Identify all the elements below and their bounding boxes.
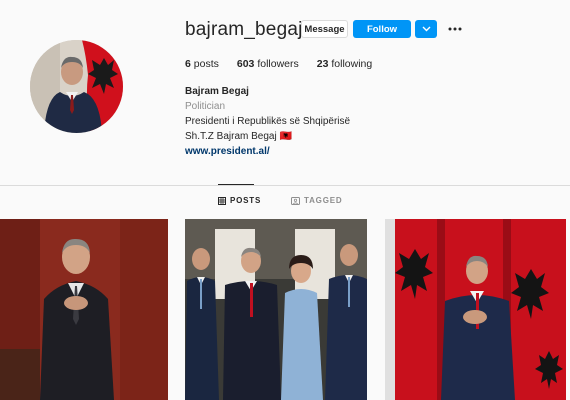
tab-tagged[interactable]: TAGGED	[291, 196, 342, 205]
post-thumbnail[interactable]	[185, 219, 367, 400]
post-thumbnail[interactable]	[385, 219, 566, 400]
ellipsis-icon	[448, 27, 462, 31]
tab-posts-label: POSTS	[230, 196, 262, 205]
posts-count: 6	[185, 58, 191, 70]
tab-posts[interactable]: POSTS	[218, 196, 261, 205]
tagged-user-icon	[291, 196, 300, 205]
tab-tagged-label: TAGGED	[304, 196, 343, 205]
profile-avatar[interactable]	[30, 40, 123, 133]
bio-text-line: Presidenti i Republikës së Shqipërisë	[185, 116, 351, 127]
follow-button[interactable]: Follow	[353, 20, 411, 38]
bio-text-line: Sh.T.Z Bajram Begaj 🇦🇱	[185, 131, 292, 142]
following-count: 23	[316, 58, 329, 70]
followers-count: 603	[236, 58, 255, 70]
profile-username: bajram_begaj	[185, 19, 303, 40]
posts-stat: 6 posts	[185, 58, 219, 70]
profile-stats: 6 posts 603 followers 23 following	[185, 58, 390, 70]
bio-website-link[interactable]: www.president.al/	[185, 146, 270, 157]
following-stat[interactable]: 23 following	[317, 58, 372, 70]
posts-label: posts	[193, 58, 219, 70]
more-options-button[interactable]	[447, 22, 463, 36]
followers-stat[interactable]: 603 followers	[237, 58, 299, 70]
bio-category: Politician	[185, 101, 226, 112]
active-tab-indicator	[218, 184, 254, 185]
bio-full-name: Bajram Begaj	[185, 86, 249, 97]
tabs-divider	[0, 185, 570, 186]
chevron-down-icon	[422, 26, 430, 32]
grid-icon	[218, 196, 226, 205]
suggested-dropdown-button[interactable]	[415, 20, 437, 38]
message-button[interactable]: Message	[301, 20, 348, 38]
followers-label: followers	[257, 58, 299, 70]
following-label: following	[331, 58, 373, 70]
post-thumbnail[interactable]	[0, 219, 168, 400]
